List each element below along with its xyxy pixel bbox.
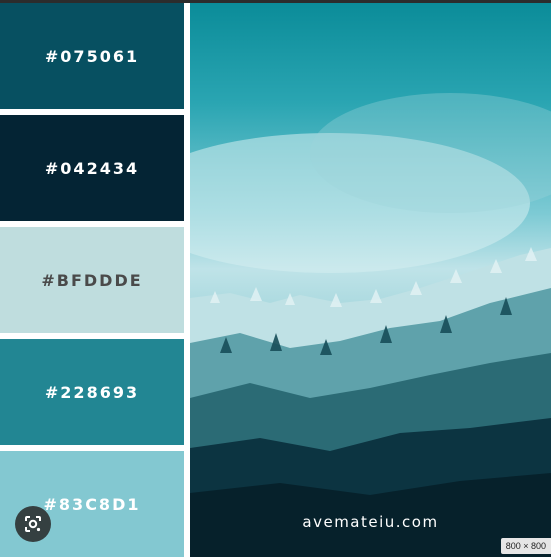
swatch-label: #042434	[44, 158, 140, 178]
image-size-badge: 800 × 800	[500, 538, 551, 554]
visual-search-icon	[25, 516, 41, 532]
swatch-label: #075061	[44, 46, 140, 66]
swatch-label: #228693	[44, 382, 140, 402]
watermark-text: avemateiu.com	[302, 513, 439, 531]
swatch-4: #228693	[0, 339, 184, 445]
color-palette: #075061 #042434 #BFDDDE #228693 #83C8D1	[0, 0, 184, 557]
swatch-label: #BFDDDE	[41, 270, 143, 290]
visual-search-button[interactable]	[15, 506, 51, 542]
swatch-2: #042434	[0, 115, 184, 221]
swatch-3: #BFDDDE	[0, 227, 184, 333]
swatch-label: #83C8D1	[43, 494, 141, 514]
mountain-photo: avemateiu.com	[190, 3, 551, 557]
mountain-illustration	[190, 93, 551, 557]
swatch-1: #075061	[0, 3, 184, 109]
image-frame[interactable]: #075061 #042434 #BFDDDE #228693 #83C8D1	[0, 0, 551, 557]
